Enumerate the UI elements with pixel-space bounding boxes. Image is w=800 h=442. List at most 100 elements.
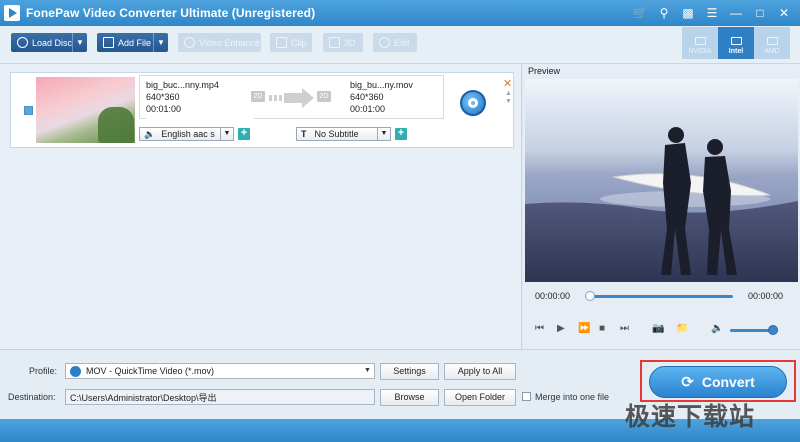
load-disc-label: Load Disc bbox=[32, 37, 73, 48]
restore-icon[interactable]: □ bbox=[750, 4, 770, 22]
thumbnail-tree bbox=[98, 107, 134, 143]
chevron-down-icon: ▼ bbox=[377, 128, 390, 140]
gpu-intel[interactable]: Intel bbox=[718, 27, 754, 59]
output-duration: 00:01:00 bbox=[350, 104, 386, 114]
video-thumbnail[interactable] bbox=[36, 77, 135, 143]
menu-icon[interactable]: ☰ bbox=[702, 4, 722, 22]
folder-icon[interactable]: 📁 bbox=[676, 323, 688, 334]
merge-label: Merge into one file bbox=[535, 392, 610, 402]
watermark: 极速下载站 bbox=[625, 402, 756, 431]
refresh-icon: ⟳ bbox=[681, 374, 694, 391]
move-down-icon[interactable]: ▼ bbox=[505, 98, 512, 105]
3d-button[interactable]: 3D bbox=[323, 33, 363, 52]
current-time: 00:00:00 bbox=[535, 291, 571, 301]
convert-button[interactable]: ⟳ Convert bbox=[649, 366, 787, 398]
volume-icon[interactable]: 🔈 bbox=[711, 323, 723, 334]
profile-select[interactable]: MOV - QuickTime Video (*.mov) ▼ bbox=[65, 363, 375, 379]
audio-track-value: English aac s bbox=[161, 129, 215, 139]
audio-track-select[interactable]: 🔈 English aac s ▼ bbox=[139, 127, 234, 141]
add-file-icon bbox=[103, 37, 114, 48]
file-row[interactable]: big_buc...nny.mp4 640*360 00:01:00 2D 2D… bbox=[10, 72, 514, 148]
add-file-button[interactable]: Add File ▼ bbox=[97, 33, 168, 52]
gpu-amd[interactable]: AMD bbox=[754, 27, 790, 59]
snapshot-icon[interactable]: 📷 bbox=[652, 323, 664, 334]
video-enhance-label: Video Enhance bbox=[199, 37, 260, 48]
title-bar: FonePaw Video Converter Ultimate (Unregi… bbox=[0, 0, 800, 26]
convert-label: Convert bbox=[701, 374, 755, 390]
enhance-icon bbox=[184, 37, 195, 48]
total-time: 00:00:00 bbox=[748, 291, 784, 301]
video-enhance-button[interactable]: Video Enhance bbox=[178, 33, 261, 52]
add-subtitle-button[interactable]: + bbox=[395, 128, 407, 140]
gpu-nvidia-label: NVIDIA bbox=[688, 48, 712, 55]
quicktime-icon bbox=[70, 365, 81, 377]
subtitle-icon: T bbox=[301, 129, 307, 139]
nvidia-icon bbox=[694, 37, 706, 45]
preview-label: Preview bbox=[528, 66, 561, 76]
add-audio-track-button[interactable]: + bbox=[238, 128, 250, 140]
browse-button[interactable]: Browse bbox=[380, 389, 439, 406]
gpu-amd-label: AMD bbox=[764, 48, 780, 55]
add-file-label: Add File bbox=[118, 37, 152, 48]
chevron-down-icon: ▼ bbox=[220, 128, 233, 140]
clip-button[interactable]: Clip bbox=[270, 33, 312, 52]
toolbar: Load Disc ▼ Add File ▼ Video Enhance Cli… bbox=[0, 26, 800, 64]
minimize-icon[interactable]: — bbox=[726, 4, 746, 22]
move-up-icon[interactable]: ▲ bbox=[505, 90, 512, 97]
destination-field[interactable]: C:\Users\Administrator\Desktop\导出 bbox=[65, 389, 375, 405]
output-2d-badge: 2D bbox=[317, 91, 331, 102]
intel-icon bbox=[730, 37, 742, 45]
cart-icon[interactable]: 🛒 bbox=[630, 4, 650, 22]
subtitle-value: No Subtitle bbox=[314, 129, 359, 139]
volume-handle[interactable] bbox=[768, 325, 779, 335]
file-list-panel: big_buc...nny.mp4 640*360 00:01:00 2D 2D… bbox=[0, 64, 522, 349]
output-info: big_bu...ny.mov 640*360 00:01:00 bbox=[350, 79, 445, 119]
gpu-intel-label: Intel bbox=[728, 48, 744, 55]
preview-image bbox=[525, 79, 798, 282]
subtitle-select[interactable]: T No Subtitle ▼ bbox=[296, 127, 391, 141]
profile-value: MOV - QuickTime Video (*.mov) bbox=[86, 366, 215, 376]
preview-panel: Preview 00:00:00 00:00:00 ⏮ ▶ ⏩ ■ ⏭ 📷 📁 … bbox=[523, 64, 800, 349]
output-resolution: 640*360 bbox=[350, 92, 384, 102]
edit-button[interactable]: Edit bbox=[373, 33, 417, 52]
disc-icon bbox=[17, 37, 28, 48]
load-disc-dropdown-icon[interactable]: ▼ bbox=[72, 33, 87, 52]
skip-back-icon[interactable]: ⏮ bbox=[535, 323, 544, 334]
gpu-acceleration-selector: NVIDIA Intel AMD bbox=[682, 27, 790, 59]
destination-value: C:\Users\Administrator\Desktop\导出 bbox=[70, 392, 217, 403]
profile-label: Profile: bbox=[29, 366, 58, 376]
close-icon[interactable]: ✕ bbox=[774, 4, 794, 22]
conversion-arrow: 2D 2D bbox=[251, 87, 341, 109]
source-duration: 00:01:00 bbox=[146, 104, 182, 114]
source-resolution: 640*360 bbox=[146, 92, 180, 102]
open-folder-button[interactable]: Open Folder bbox=[444, 389, 516, 406]
timeline: 00:00:00 00:00:00 bbox=[523, 286, 800, 306]
play-icon[interactable]: ▶ bbox=[557, 323, 565, 334]
output-filename: big_bu...ny.mov bbox=[350, 80, 413, 90]
load-disc-button[interactable]: Load Disc ▼ bbox=[11, 33, 87, 52]
key-icon[interactable]: ⚲ bbox=[654, 4, 674, 22]
fast-forward-icon[interactable]: ⏩ bbox=[578, 323, 590, 334]
seek-bar[interactable] bbox=[588, 295, 733, 298]
app-logo-icon bbox=[4, 5, 20, 21]
apply-to-all-button[interactable]: Apply to All bbox=[444, 363, 516, 380]
source-filename: big_buc...nny.mp4 bbox=[146, 80, 219, 90]
add-file-dropdown-icon[interactable]: ▼ bbox=[153, 33, 168, 52]
stop-icon[interactable]: ■ bbox=[599, 323, 605, 334]
file-select-checkbox[interactable] bbox=[24, 106, 33, 115]
source-info: big_buc...nny.mp4 640*360 00:01:00 bbox=[146, 79, 254, 119]
chevron-down-icon: ▼ bbox=[364, 367, 371, 374]
skip-forward-icon[interactable]: ⏭ bbox=[620, 323, 629, 334]
quicktime-format-icon[interactable] bbox=[460, 90, 486, 116]
speaker-icon: 🔈 bbox=[144, 128, 156, 139]
3d-icon bbox=[329, 37, 340, 48]
seek-handle[interactable] bbox=[585, 291, 595, 301]
feedback-icon[interactable]: ▩ bbox=[678, 4, 698, 22]
gpu-nvidia[interactable]: NVIDIA bbox=[682, 27, 718, 59]
settings-button[interactable]: Settings bbox=[380, 363, 439, 380]
merge-checkbox[interactable] bbox=[522, 392, 531, 401]
3d-label: 3D bbox=[344, 37, 356, 48]
edit-label: Edit bbox=[394, 37, 410, 48]
preview-video-frame[interactable] bbox=[525, 79, 798, 282]
remove-file-icon[interactable]: ✕ bbox=[503, 77, 512, 90]
